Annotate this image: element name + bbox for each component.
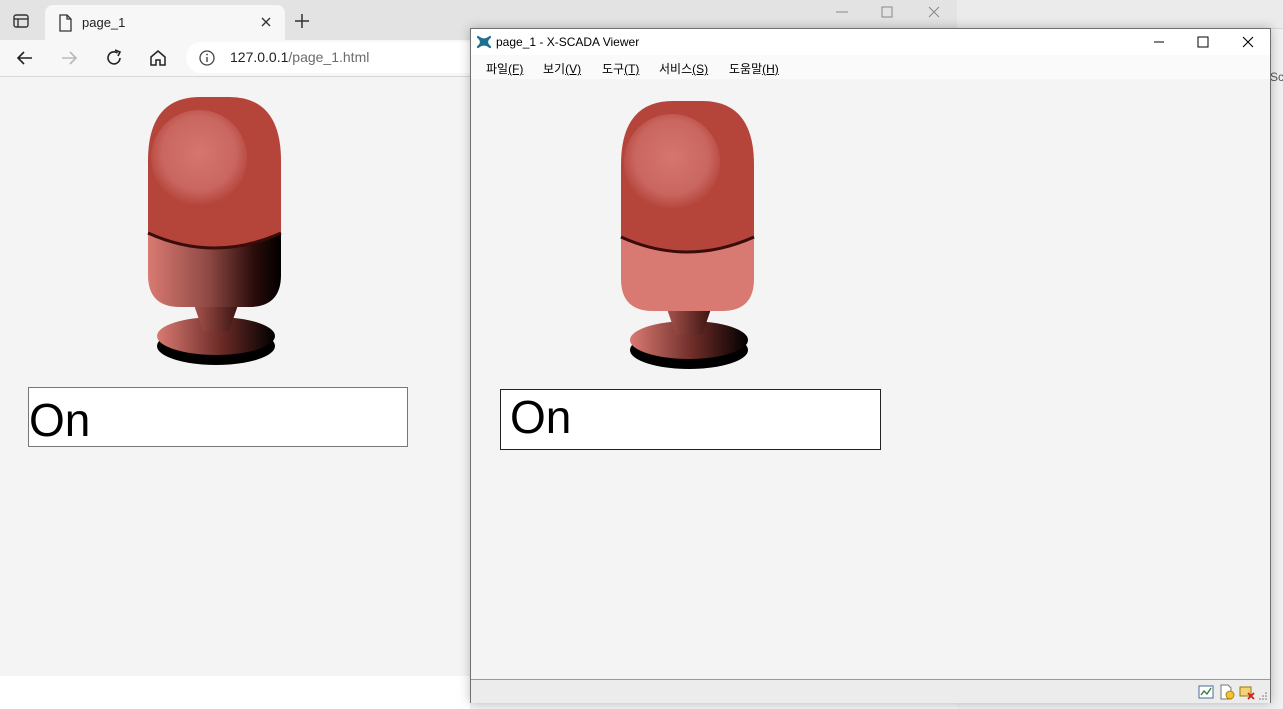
viewer-statusbar	[471, 679, 1270, 703]
document-alarm-icon[interactable]	[1219, 684, 1235, 700]
menu-service-label: 서비스	[659, 62, 693, 76]
menu-tools-key: (T)	[624, 62, 640, 76]
window-close-icon[interactable]	[925, 4, 943, 20]
new-tab-icon[interactable]	[292, 11, 312, 31]
home-icon[interactable]	[147, 47, 169, 69]
menu-help[interactable]: 도움말(H)	[729, 60, 779, 77]
info-icon[interactable]	[198, 49, 216, 67]
signal-lamp[interactable]	[607, 99, 767, 389]
minimize-icon[interactable]	[1151, 34, 1167, 50]
tab-actions-icon[interactable]	[10, 10, 32, 32]
menu-file[interactable]: 파일(F)	[486, 60, 523, 77]
background-window-titlebar	[957, 0, 1283, 29]
viewer-titlebar[interactable]: page_1 - X-SCADA Viewer	[471, 29, 1270, 55]
viewer-content: On	[471, 79, 1270, 679]
menu-view[interactable]: 보기(V)	[543, 60, 581, 77]
menu-view-key: (V)	[565, 62, 582, 76]
menu-service[interactable]: 서비스(S)	[659, 60, 708, 77]
refresh-icon[interactable]	[103, 47, 125, 69]
status-textbox: On	[28, 387, 408, 447]
menu-view-label: 보기	[543, 62, 566, 76]
viewer-title: page_1 - X-SCADA Viewer	[496, 35, 640, 49]
menu-tools-label: 도구	[602, 62, 625, 76]
browser-tab[interactable]: page_1	[45, 5, 285, 40]
close-icon[interactable]	[258, 14, 274, 30]
close-icon[interactable]	[1240, 34, 1256, 50]
address-host: 127.0.0.1	[230, 49, 289, 65]
signal-lamp[interactable]	[134, 95, 294, 385]
maximize-icon[interactable]	[878, 4, 896, 20]
background-window-text: Sc	[1270, 70, 1283, 84]
tab-title: page_1	[82, 15, 126, 30]
connection-error-icon[interactable]	[1239, 684, 1255, 700]
browser-bottom-strip	[0, 676, 470, 709]
menu-tools[interactable]: 도구(T)	[602, 60, 639, 77]
forward-icon[interactable]	[58, 47, 80, 69]
menu-file-label: 파일	[486, 62, 509, 76]
back-icon[interactable]	[14, 47, 36, 69]
menu-help-label: 도움말	[729, 62, 763, 76]
menu-file-key: (F)	[508, 62, 524, 76]
trend-icon[interactable]	[1198, 684, 1214, 700]
app-icon	[476, 35, 492, 49]
menu-service-key: (S)	[692, 62, 709, 76]
page-icon	[59, 14, 72, 32]
minimize-icon[interactable]	[833, 4, 851, 20]
address-text: 127.0.0.1/page_1.html	[230, 49, 369, 65]
status-textbox: On	[500, 389, 881, 450]
address-path: /page_1.html	[288, 49, 370, 65]
menu-help-key: (H)	[762, 62, 779, 76]
xscada-viewer-window: page_1 - X-SCADA Viewer 파일(F) 보기(V) 도구(T…	[470, 28, 1271, 703]
resize-grip-icon[interactable]	[1258, 691, 1268, 701]
maximize-icon[interactable]	[1195, 34, 1211, 50]
viewer-menubar: 파일(F) 보기(V) 도구(T) 서비스(S) 도움말(H)	[471, 55, 1270, 79]
